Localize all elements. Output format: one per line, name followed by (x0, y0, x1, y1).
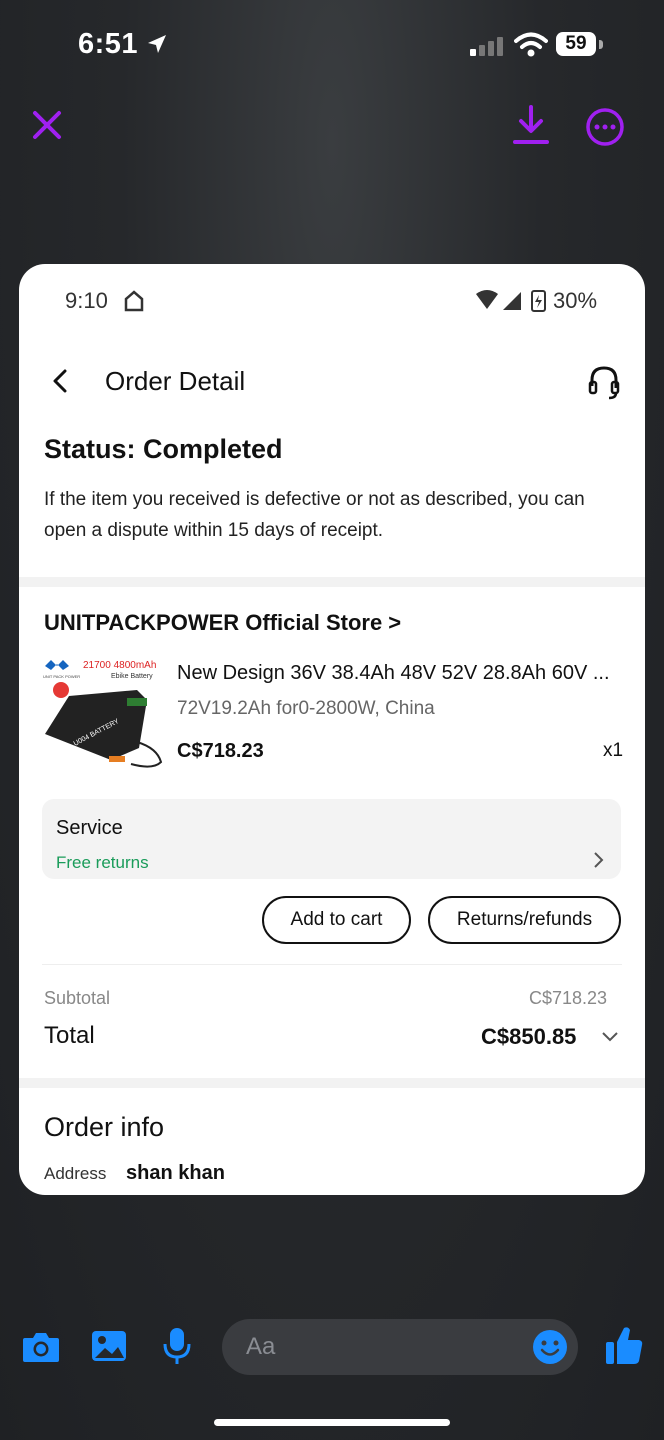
status-description: If the item you received is defective or… (44, 489, 585, 541)
summary-divider (42, 964, 622, 965)
home-icon (123, 290, 145, 317)
product-price: C$718.23 (177, 740, 264, 762)
section-divider (19, 1078, 645, 1088)
home-indicator[interactable] (214, 1419, 450, 1426)
android-time: 9:10 (65, 288, 108, 313)
emoji-icon[interactable] (532, 1329, 568, 1370)
product-title-line2: 72V19.2Ah for0-2800W, China (177, 698, 435, 719)
gallery-icon[interactable] (90, 1328, 128, 1369)
add-to-cart-button[interactable]: Add to cart (262, 896, 411, 944)
wifi-icon (514, 32, 548, 63)
product-title-line1[interactable]: New Design 36V 38.4Ah 48V 52V 28.8Ah 60V… (177, 662, 627, 685)
chevron-right-icon (592, 850, 606, 875)
ios-time: 6:51 (78, 28, 139, 60)
android-status-bar: 9:10 30% (19, 264, 645, 339)
service-label: Service (56, 817, 123, 839)
order-header: Order Detail (19, 354, 645, 414)
address-label: Address (44, 1164, 107, 1183)
sub-text: Ebike Battery (111, 673, 153, 680)
close-icon[interactable] (30, 108, 64, 147)
headset-icon[interactable] (587, 364, 621, 407)
address-value: shan khan (126, 1162, 225, 1184)
battery-icon: 59 (556, 32, 596, 56)
android-status-icons (475, 288, 551, 319)
service-row[interactable]: Service Free returns (42, 799, 621, 879)
thumbs-up-icon[interactable] (604, 1324, 644, 1371)
page-title: Order Detail (105, 366, 246, 396)
ios-status-bar: 6:51 59 (0, 0, 664, 90)
message-composer[interactable]: Aa (222, 1319, 578, 1375)
returns-refunds-button[interactable]: Returns/refunds (428, 896, 621, 944)
store-link[interactable]: UNITPACKPOWER Official Store > (44, 610, 401, 636)
chevron-down-icon[interactable] (600, 1030, 620, 1049)
message-input[interactable]: Aa (246, 1333, 275, 1361)
cellular-signal-icon (470, 36, 506, 61)
back-icon[interactable] (47, 366, 73, 401)
download-icon[interactable] (512, 104, 550, 151)
section-divider (19, 577, 645, 587)
total-value: C$850.85 (481, 1024, 577, 1049)
free-returns-label: Free returns (56, 853, 149, 872)
product-image[interactable]: UNIT PACK POWER 21700 4800mAh Ebike Batt… (41, 656, 167, 772)
order-status: Status: Completed (44, 434, 283, 464)
product-quantity: x1 (603, 740, 624, 761)
subtotal-label: Subtotal (44, 988, 111, 1008)
android-battery-percent: 30% (553, 288, 598, 313)
location-arrow-icon (146, 33, 168, 60)
spec-text: 21700 4800mAh (83, 660, 156, 671)
more-icon[interactable] (584, 106, 626, 153)
subtotal-value: C$718.23 (529, 988, 608, 1008)
camera-icon[interactable] (21, 1330, 61, 1369)
microphone-icon[interactable] (162, 1326, 192, 1371)
brand-text: UNIT PACK POWER (43, 674, 80, 679)
order-info-title: Order info (44, 1112, 165, 1142)
total-label: Total (44, 1022, 95, 1049)
battery-cap (599, 40, 603, 49)
shared-screenshot: 9:10 30% Order Detail Status: Completed … (19, 264, 645, 1195)
